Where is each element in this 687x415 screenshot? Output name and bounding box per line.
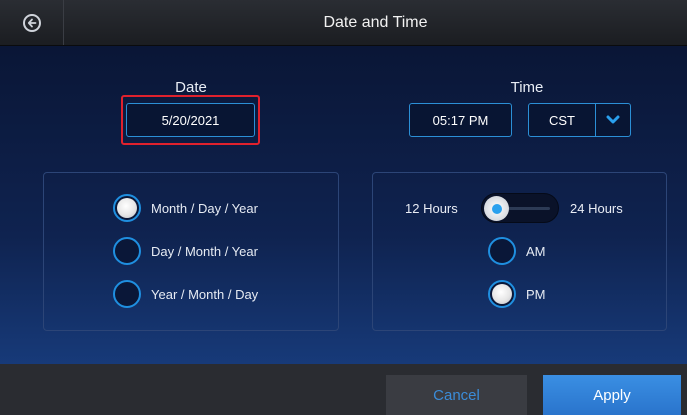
chevron-down-icon[interactable] [595, 104, 630, 136]
time-field[interactable]: 05:17 PM [409, 103, 512, 137]
date-format-option-dmy[interactable]: Day / Month / Year [113, 237, 258, 265]
date-format-option-mdy[interactable]: Month / Day / Year [113, 194, 258, 222]
date-format-option-ymd[interactable]: Year / Month / Day [113, 280, 258, 308]
date-label: Date [175, 79, 207, 96]
12-hours-label: 12 Hours [405, 201, 458, 216]
page-title: Date and Time [323, 14, 428, 31]
date-format-option-label: Year / Month / Day [151, 286, 259, 302]
time-label: Time [510, 79, 544, 96]
am-option[interactable]: AM [488, 237, 546, 265]
24-hours-label: 24 Hours [570, 201, 623, 216]
radio-mdy[interactable] [113, 194, 141, 222]
radio-dmy[interactable] [113, 237, 141, 265]
radio-ymd[interactable] [113, 280, 141, 308]
radio-am[interactable] [488, 237, 516, 265]
title-bar: Date and Time [0, 0, 687, 46]
pm-label: PM [526, 286, 546, 302]
back-button[interactable] [0, 0, 64, 45]
date-format-option-label: Day / Month / Year [151, 243, 258, 259]
pm-option[interactable]: PM [488, 280, 546, 308]
apply-button[interactable]: Apply [543, 375, 681, 415]
radio-pm[interactable] [488, 280, 516, 308]
back-arrow-icon [22, 13, 41, 32]
am-label: AM [526, 243, 546, 259]
date-format-option-label: Month / Day / Year [151, 200, 258, 216]
timezone-dropdown[interactable]: CST [528, 103, 631, 137]
hour-format-toggle[interactable] [481, 193, 559, 223]
date-field[interactable]: 5/20/2021 [126, 103, 255, 137]
cancel-button[interactable]: Cancel [386, 375, 527, 415]
timezone-value: CST [549, 112, 575, 128]
toggle-knob[interactable] [484, 196, 509, 221]
